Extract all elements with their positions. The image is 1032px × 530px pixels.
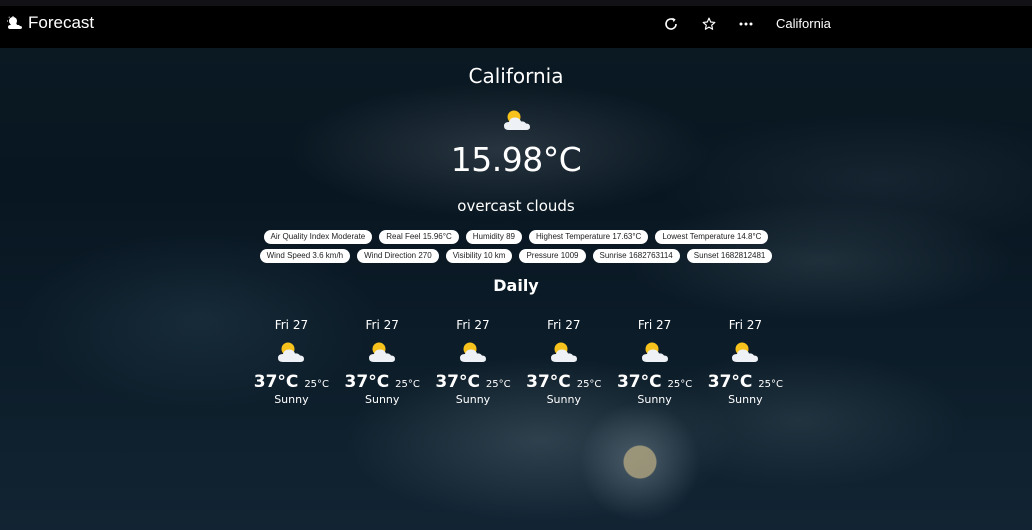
detail-highest-temp: Highest Temperature 17.63°C (528, 230, 649, 244)
day-condition: Sunny (274, 393, 309, 406)
day-temperatures: 37°C 25°C (609, 372, 700, 392)
more-icon (739, 22, 753, 26)
detail-sunrise: Sunrise 1682763114 (592, 249, 680, 263)
day-condition: Sunny (728, 393, 763, 406)
day-condition: Sunny (637, 393, 672, 406)
day-icon-wrap (518, 340, 609, 366)
day-date: Fri 27 (456, 318, 490, 332)
city-name: California (468, 64, 564, 88)
day-icon-wrap (337, 340, 428, 366)
detail-humidity: Humidity 89 (465, 230, 522, 244)
detail-wind-speed: Wind Speed 3.6 km/h (259, 249, 351, 263)
daily-forecast-item: Fri 27 37°C 25°C Sunny (246, 318, 337, 406)
current-temperature: 15.98°C (450, 140, 582, 179)
sun-behind-cloud-icon (278, 342, 305, 362)
day-high: 37°C (707, 372, 753, 392)
day-temperatures: 37°C 25°C (518, 372, 609, 392)
day-date: Fri 27 (637, 318, 672, 332)
favorite-button[interactable] (698, 13, 720, 35)
daily-forecast-item: Fri 27 37°C 25°C Sunny (609, 318, 700, 406)
day-icon-wrap (700, 340, 791, 366)
day-date: Fri 27 (728, 318, 763, 332)
sun-behind-cloud-icon (732, 342, 759, 362)
day-low: 25°C (576, 379, 602, 390)
current-weather-icon-wrap (502, 108, 532, 136)
day-low: 25°C (304, 379, 330, 390)
day-low: 25°C (758, 379, 784, 390)
day-temperatures: 37°C 25°C (700, 372, 791, 392)
day-condition: Sunny (455, 393, 491, 406)
refresh-button[interactable] (660, 13, 682, 35)
location-selector[interactable]: California (776, 16, 831, 31)
day-icon-wrap (428, 340, 519, 366)
day-low: 25°C (667, 379, 693, 390)
daily-title: Daily (493, 276, 539, 295)
day-low: 25°C (485, 379, 511, 390)
details-row-2: Wind Speed 3.6 km/h Wind Direction 270 V… (0, 249, 1032, 263)
refresh-icon (665, 17, 677, 30)
weather-details: Air Quality Index Moderate Real Feel 15.… (0, 230, 1032, 268)
day-icon-wrap (609, 340, 700, 366)
day-temperatures: 37°C 25°C (337, 372, 428, 392)
more-options-button[interactable] (735, 13, 757, 35)
detail-pressure: Pressure 1009 (519, 249, 586, 263)
daily-forecast-item: Fri 27 37°C 25°C Sunny (337, 318, 428, 406)
detail-air-quality: Air Quality Index Moderate (263, 230, 373, 244)
daily-forecast-item: Fri 27 37°C 25°C Sunny (518, 318, 609, 406)
day-date: Fri 27 (365, 318, 399, 332)
cloud-sun-icon (7, 16, 22, 29)
star-icon (702, 17, 716, 30)
brand[interactable]: Forecast (6, 13, 94, 33)
daily-forecast-item: Fri 27 37°C 25°C Sunny (700, 318, 791, 406)
sun-behind-cloud-icon (369, 342, 396, 362)
sun-behind-cloud-icon (504, 110, 530, 130)
day-condition: Sunny (364, 393, 400, 406)
sun-behind-cloud-icon (641, 342, 668, 362)
day-temperatures: 37°C 25°C (428, 372, 519, 392)
day-date: Fri 27 (547, 318, 581, 332)
weather-description: overcast clouds (457, 197, 575, 215)
day-high: 37°C (526, 372, 571, 392)
detail-wind-direction: Wind Direction 270 (357, 249, 439, 263)
detail-lowest-temp: Lowest Temperature 14.8°C (655, 230, 769, 244)
detail-sunset: Sunset 1682812481 (686, 249, 773, 263)
day-icon-wrap (246, 340, 337, 366)
app-title: Forecast (28, 13, 95, 32)
day-high: 37°C (616, 372, 662, 392)
details-row-1: Air Quality Index Moderate Real Feel 15.… (0, 230, 1032, 244)
day-high: 37°C (344, 372, 390, 392)
sun-behind-cloud-icon (550, 342, 577, 362)
daily-forecast-list: Fri 27 37°C 25°C Sunny Fri 27 37°C 25°C … (246, 318, 791, 406)
sun-behind-cloud-icon (459, 342, 486, 362)
top-bar: Forecast California (0, 0, 1032, 48)
day-low: 25°C (395, 379, 420, 390)
daily-forecast-item: Fri 27 37°C 25°C Sunny (428, 318, 519, 406)
detail-real-feel: Real Feel 15.96°C (379, 230, 459, 244)
day-high: 37°C (253, 372, 299, 392)
day-date: Fri 27 (274, 318, 309, 332)
day-temperatures: 37°C 25°C (246, 372, 337, 392)
day-high: 37°C (435, 372, 480, 392)
detail-visibility: Visibility 10 km (445, 249, 513, 263)
day-condition: Sunny (546, 393, 581, 406)
